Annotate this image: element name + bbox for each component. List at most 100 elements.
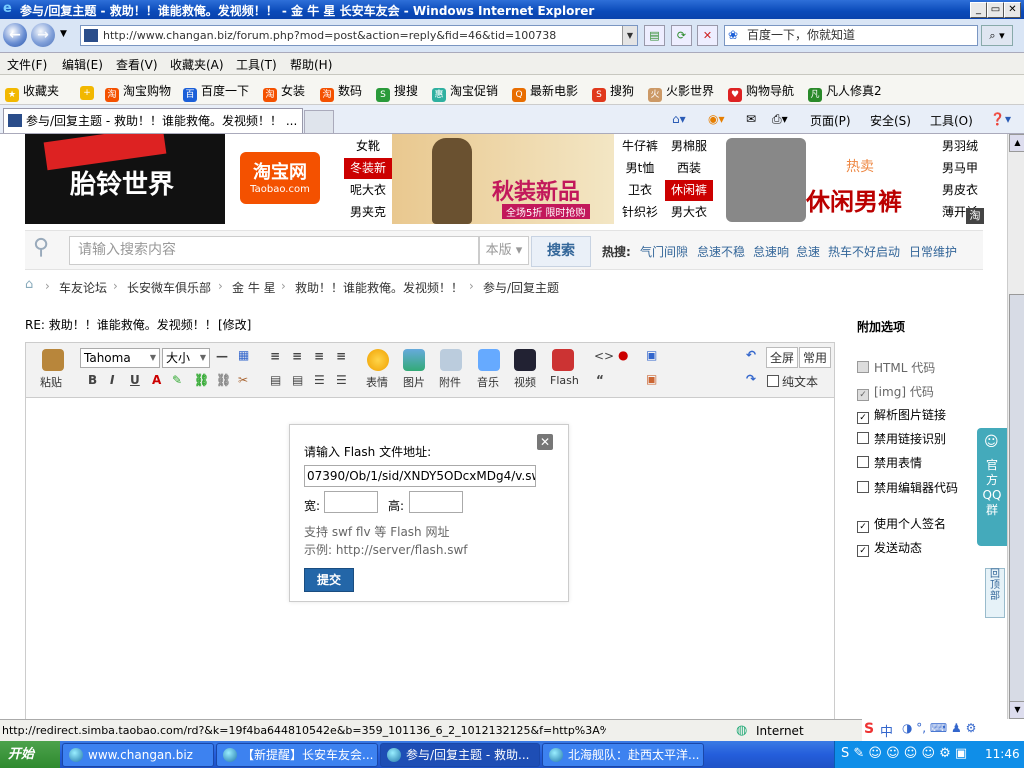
scroll-thumb[interactable] bbox=[1009, 294, 1024, 716]
page-break-icon[interactable]: ▣ bbox=[646, 348, 657, 362]
breadcrumb-item[interactable]: 救助！！谁能救俺。发视频！！ bbox=[295, 279, 463, 296]
menu-help[interactable]: 帮助(H) bbox=[290, 56, 332, 73]
checkbox[interactable]: ✓ bbox=[857, 545, 869, 557]
history-dropdown-icon[interactable]: ▼ bbox=[60, 29, 67, 39]
paste-icon[interactable] bbox=[42, 349, 64, 371]
taskbar-item[interactable]: 北海舰队：赴西太平洋... bbox=[542, 743, 704, 767]
paste-button[interactable]: 粘贴 bbox=[40, 374, 62, 390]
code-icon[interactable]: <> bbox=[594, 349, 614, 363]
float-right-icon[interactable]: ▤ bbox=[292, 373, 303, 387]
cat-link[interactable]: 卫衣 bbox=[616, 180, 664, 201]
taskbar-item[interactable]: www.changan.biz bbox=[62, 743, 214, 767]
home-icon[interactable]: ⌂ bbox=[25, 277, 33, 292]
breadcrumb-item[interactable]: 金 牛 星 bbox=[232, 279, 276, 296]
fav-item-taobao-promo[interactable]: 惠淘宝促销 bbox=[432, 82, 498, 102]
font-color-icon[interactable]: A bbox=[152, 373, 161, 387]
menu-view[interactable]: 查看(V) bbox=[116, 56, 158, 73]
clear-format-icon[interactable]: ✂ bbox=[238, 373, 248, 387]
align-left-icon[interactable]: ≡ bbox=[270, 349, 280, 363]
taskbar-item[interactable]: 【新提醒】长安车友会... bbox=[216, 743, 378, 767]
hot-keyword[interactable]: 日常维护 bbox=[909, 243, 957, 260]
add-favorite-button[interactable]: + bbox=[80, 82, 98, 100]
cat-link[interactable]: 呢大衣 bbox=[344, 180, 392, 201]
hot-keyword[interactable]: 怠速响 bbox=[753, 243, 789, 260]
link-icon[interactable]: ⛓ bbox=[194, 373, 209, 387]
taobao-logo[interactable]: 淘宝网 Taobao.com bbox=[240, 152, 320, 204]
emoji-button[interactable]: 表情 bbox=[366, 374, 388, 390]
cat-link[interactable]: 休闲裤 bbox=[665, 180, 713, 201]
refresh-icon[interactable]: ⟳ bbox=[671, 25, 692, 46]
option-disable-emoji[interactable]: 禁用表情 bbox=[857, 454, 922, 471]
flash-url-input[interactable]: 07390/Ob/1/sid/XNDY5ODcxMDg4/v.swf bbox=[304, 465, 536, 487]
autumn-new-banner[interactable]: 秋装新品 全场5折 限时抢购 bbox=[392, 134, 614, 224]
hot-keyword[interactable]: 气门间隙 bbox=[640, 243, 688, 260]
checkbox[interactable] bbox=[857, 361, 869, 373]
browser-search-button[interactable]: ⌕ ▾ bbox=[981, 25, 1013, 46]
quote-icon[interactable]: “ bbox=[596, 373, 604, 387]
hot-keyword[interactable]: 热车不好启动 bbox=[828, 243, 900, 260]
cat-link[interactable]: 西装 bbox=[665, 158, 713, 179]
fav-item-digital[interactable]: 淘数码 bbox=[320, 82, 362, 102]
underline-icon[interactable]: U bbox=[130, 373, 140, 387]
flash-button[interactable]: Flash bbox=[550, 374, 579, 387]
favorites-button[interactable]: ★ 收藏夹 bbox=[5, 82, 59, 102]
address-bar[interactable]: http://www.changan.biz/forum.php?mod=pos… bbox=[80, 25, 638, 46]
print-icon[interactable]: ⎙▾ bbox=[772, 112, 788, 127]
highlight-icon[interactable]: ✎ bbox=[172, 373, 182, 387]
attach-button[interactable]: 附件 bbox=[439, 374, 461, 390]
help-icon[interactable]: ❓▾ bbox=[990, 112, 1011, 126]
page-menu[interactable]: 页面(P) bbox=[810, 112, 851, 129]
option-disable-link-detect[interactable]: 禁用链接识别 bbox=[857, 430, 946, 447]
cat-link[interactable]: 男夹克 bbox=[344, 202, 392, 223]
video-icon[interactable] bbox=[514, 349, 536, 371]
image-button[interactable]: 图片 bbox=[403, 374, 425, 390]
minimize-button[interactable]: _ bbox=[970, 2, 987, 18]
scroll-down-icon[interactable]: ▼ bbox=[1009, 701, 1024, 719]
fav-item-taobao[interactable]: 淘淘宝购物 bbox=[105, 82, 171, 102]
maximize-button[interactable]: ▭ bbox=[987, 2, 1004, 18]
checkbox[interactable] bbox=[857, 481, 869, 493]
vertical-scrollbar[interactable]: ▲ ▼ bbox=[1007, 134, 1024, 719]
horizontal-rule-icon[interactable]: — bbox=[216, 349, 228, 363]
option-use-signature[interactable]: ✓ 使用个人签名 bbox=[857, 515, 946, 533]
menu-favorites[interactable]: 收藏夹(A) bbox=[170, 56, 224, 73]
option-img-code[interactable]: ✓ [img] 代码 bbox=[857, 383, 934, 401]
cat-link[interactable]: 牛仔裤 bbox=[616, 136, 664, 157]
tire-world-banner[interactable]: 胎铃世界 bbox=[25, 134, 225, 224]
submit-button[interactable]: 提交 bbox=[304, 568, 354, 592]
qq-icon[interactable]: ● bbox=[618, 348, 628, 362]
video-button[interactable]: 视频 bbox=[514, 374, 536, 390]
feeds-icon[interactable]: ◉▾ bbox=[708, 112, 725, 126]
menu-edit[interactable]: 编辑(E) bbox=[62, 56, 103, 73]
undo-icon[interactable]: ↶ bbox=[746, 348, 756, 362]
width-input[interactable] bbox=[324, 491, 378, 513]
stop-icon[interactable]: ✕ bbox=[697, 25, 718, 46]
option-html-code[interactable]: HTML 代码 bbox=[857, 359, 935, 376]
forum-search-button[interactable]: 搜索 bbox=[531, 236, 591, 267]
cat-link[interactable]: 男羽绒 bbox=[936, 136, 984, 157]
menu-tools[interactable]: 工具(T) bbox=[236, 56, 277, 73]
bold-icon[interactable]: B bbox=[88, 373, 97, 387]
ordered-list-icon[interactable]: ☰ bbox=[314, 373, 325, 387]
menu-file[interactable]: 文件(F) bbox=[7, 56, 47, 73]
fav-item-baidu[interactable]: 百百度一下 bbox=[183, 82, 249, 102]
align-center-icon[interactable]: ≡ bbox=[292, 349, 302, 363]
size-select[interactable]: 大小 ▼ bbox=[162, 348, 210, 368]
height-input[interactable] bbox=[409, 491, 463, 513]
option-parse-image-link[interactable]: ✓ 解析图片链接 bbox=[857, 406, 946, 424]
cat-link[interactable]: 男棉服 bbox=[665, 136, 713, 157]
common-mode-button[interactable]: 常用 bbox=[799, 347, 832, 368]
checkbox[interactable]: ✓ bbox=[857, 521, 869, 533]
cat-link[interactable]: 针织衫 bbox=[616, 202, 664, 223]
ime-mode-icon[interactable]: 中 bbox=[880, 721, 893, 740]
close-button[interactable]: ✕ bbox=[1004, 2, 1021, 18]
align-justify-icon[interactable]: ≡ bbox=[336, 349, 346, 363]
qq-group-widget[interactable]: ☺ 官方QQ群 bbox=[977, 428, 1007, 546]
start-button[interactable]: 开始 bbox=[0, 741, 60, 768]
fav-item-shopping-nav[interactable]: ♥ 购物导航 bbox=[728, 82, 794, 102]
back-to-top-button[interactable]: 回顶部 bbox=[985, 568, 1005, 618]
cat-link[interactable]: 男大衣 bbox=[665, 202, 713, 223]
float-left-icon[interactable]: ▤ bbox=[270, 373, 281, 387]
cat-link[interactable]: 冬装新 bbox=[344, 158, 392, 179]
font-select[interactable]: Tahoma ▼ bbox=[80, 348, 160, 368]
